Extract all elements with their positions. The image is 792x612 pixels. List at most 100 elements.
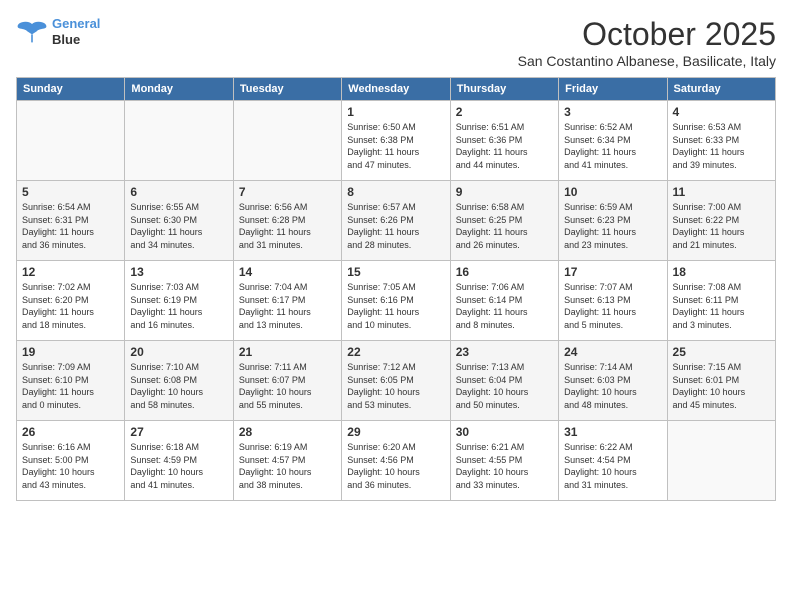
calendar-week-row: 12 Sunrise: 7:02 AM Sunset: 6:20 PM Dayli… — [17, 261, 776, 341]
calendar-cell: 28Sunrise: 6:19 AM Sunset: 4:57 PM Dayli… — [233, 421, 341, 501]
calendar-cell: 11Sunrise: 7:00 AM Sunset: 6:22 PM Dayli… — [667, 181, 775, 261]
day-number: 10 — [564, 185, 661, 199]
day-info: Sunrise: 6:50 AM Sunset: 6:38 PM Dayligh… — [347, 121, 444, 171]
day-info: Sunrise: 6:20 AM Sunset: 4:56 PM Dayligh… — [347, 441, 444, 491]
calendar-cell: 27 Sunrise: 6:18 AM Sunset: 4:59 PM Dayli… — [125, 421, 233, 501]
header-friday: Friday — [559, 78, 667, 101]
day-info: Sunrise: 6:18 AM Sunset: 4:59 PM Dayligh… — [130, 441, 227, 491]
day-number: 23 — [456, 345, 553, 359]
calendar-cell: 22 Sunrise: 7:12 AM Sunset: 6:05 PM Dayli… — [342, 341, 450, 421]
calendar-cell: 12 Sunrise: 7:02 AM Sunset: 6:20 PM Dayli… — [17, 261, 125, 341]
calendar-cell: 10 Sunrise: 6:59 AM Sunset: 6:23 PM Dayli… — [559, 181, 667, 261]
day-info: Sunrise: 7:06 AM Sunset: 6:14 PM Dayligh… — [456, 281, 553, 331]
calendar-cell: 29 Sunrise: 6:20 AM Sunset: 4:56 PM Dayli… — [342, 421, 450, 501]
calendar-cell: 6 Sunrise: 6:55 AM Sunset: 6:30 PM Daylig… — [125, 181, 233, 261]
calendar-week-row: 5 Sunrise: 6:54 AM Sunset: 6:31 PM Daylig… — [17, 181, 776, 261]
day-number: 12 — [22, 265, 119, 279]
day-info: Sunrise: 7:04 AM Sunset: 6:17 PM Dayligh… — [239, 281, 336, 331]
day-number: 14 — [239, 265, 336, 279]
day-number: 13 — [130, 265, 227, 279]
header-wednesday: Wednesday — [342, 78, 450, 101]
day-number: 19 — [22, 345, 119, 359]
calendar-cell — [125, 101, 233, 181]
day-info: Sunrise: 6:55 AM Sunset: 6:30 PM Dayligh… — [130, 201, 227, 251]
day-number: 18 — [673, 265, 770, 279]
day-info: Sunrise: 7:03 AM Sunset: 6:19 PM Dayligh… — [130, 281, 227, 331]
logo: General Blue — [16, 16, 100, 47]
day-number: 11 — [673, 185, 770, 199]
calendar-week-row: 19 Sunrise: 7:09 AM Sunset: 6:10 PM Dayli… — [17, 341, 776, 421]
logo-text: General Blue — [52, 16, 100, 47]
day-number: 1 — [347, 105, 444, 119]
day-info: Sunrise: 6:53 AM Sunset: 6:33 PM Dayligh… — [673, 121, 770, 171]
logo-icon — [16, 20, 48, 44]
calendar-cell: 2Sunrise: 6:51 AM Sunset: 6:36 PM Daylig… — [450, 101, 558, 181]
day-info: Sunrise: 7:02 AM Sunset: 6:20 PM Dayligh… — [22, 281, 119, 331]
header-tuesday: Tuesday — [233, 78, 341, 101]
calendar-cell: 20 Sunrise: 7:10 AM Sunset: 6:08 PM Dayli… — [125, 341, 233, 421]
calendar-cell: 15 Sunrise: 7:05 AM Sunset: 6:16 PM Dayli… — [342, 261, 450, 341]
header-saturday: Saturday — [667, 78, 775, 101]
day-info: Sunrise: 7:05 AM Sunset: 6:16 PM Dayligh… — [347, 281, 444, 331]
calendar-cell — [233, 101, 341, 181]
calendar-header-row: SundayMondayTuesdayWednesdayThursdayFrid… — [17, 78, 776, 101]
header-thursday: Thursday — [450, 78, 558, 101]
day-number: 22 — [347, 345, 444, 359]
calendar-week-row: 26Sunrise: 6:16 AM Sunset: 5:00 PM Dayli… — [17, 421, 776, 501]
day-info: Sunrise: 6:19 AM Sunset: 4:57 PM Dayligh… — [239, 441, 336, 491]
day-number: 4 — [673, 105, 770, 119]
day-info: Sunrise: 7:12 AM Sunset: 6:05 PM Dayligh… — [347, 361, 444, 411]
calendar-cell: 9Sunrise: 6:58 AM Sunset: 6:25 PM Daylig… — [450, 181, 558, 261]
day-number: 29 — [347, 425, 444, 439]
day-number: 9 — [456, 185, 553, 199]
calendar-cell — [17, 101, 125, 181]
calendar-table: SundayMondayTuesdayWednesdayThursdayFrid… — [16, 77, 776, 501]
calendar-cell: 7Sunrise: 6:56 AM Sunset: 6:28 PM Daylig… — [233, 181, 341, 261]
calendar-cell: 16 Sunrise: 7:06 AM Sunset: 6:14 PM Dayli… — [450, 261, 558, 341]
day-info: Sunrise: 6:56 AM Sunset: 6:28 PM Dayligh… — [239, 201, 336, 251]
calendar-cell: 19 Sunrise: 7:09 AM Sunset: 6:10 PM Dayli… — [17, 341, 125, 421]
calendar-cell: 24 Sunrise: 7:14 AM Sunset: 6:03 PM Dayli… — [559, 341, 667, 421]
day-number: 20 — [130, 345, 227, 359]
calendar-cell: 31 Sunrise: 6:22 AM Sunset: 4:54 PM Dayli… — [559, 421, 667, 501]
day-number: 27 — [130, 425, 227, 439]
day-info: Sunrise: 6:22 AM Sunset: 4:54 PM Dayligh… — [564, 441, 661, 491]
day-number: 5 — [22, 185, 119, 199]
day-info: Sunrise: 7:08 AM Sunset: 6:11 PM Dayligh… — [673, 281, 770, 331]
calendar-cell: 23 Sunrise: 7:13 AM Sunset: 6:04 PM Dayli… — [450, 341, 558, 421]
day-info: Sunrise: 6:57 AM Sunset: 6:26 PM Dayligh… — [347, 201, 444, 251]
day-number: 31 — [564, 425, 661, 439]
calendar-cell: 13 Sunrise: 7:03 AM Sunset: 6:19 PM Dayli… — [125, 261, 233, 341]
day-info: Sunrise: 6:21 AM Sunset: 4:55 PM Dayligh… — [456, 441, 553, 491]
calendar-cell: 14 Sunrise: 7:04 AM Sunset: 6:17 PM Dayli… — [233, 261, 341, 341]
title-block: October 2025 San Costantino Albanese, Ba… — [518, 16, 776, 69]
day-info: Sunrise: 7:09 AM Sunset: 6:10 PM Dayligh… — [22, 361, 119, 411]
day-number: 3 — [564, 105, 661, 119]
calendar-cell: 5 Sunrise: 6:54 AM Sunset: 6:31 PM Daylig… — [17, 181, 125, 261]
calendar-subtitle: San Costantino Albanese, Basilicate, Ita… — [518, 53, 776, 69]
day-number: 8 — [347, 185, 444, 199]
day-number: 30 — [456, 425, 553, 439]
calendar-cell: 17Sunrise: 7:07 AM Sunset: 6:13 PM Dayli… — [559, 261, 667, 341]
day-number: 25 — [673, 345, 770, 359]
day-number: 6 — [130, 185, 227, 199]
calendar-cell: 26Sunrise: 6:16 AM Sunset: 5:00 PM Dayli… — [17, 421, 125, 501]
day-info: Sunrise: 7:10 AM Sunset: 6:08 PM Dayligh… — [130, 361, 227, 411]
day-info: Sunrise: 6:59 AM Sunset: 6:23 PM Dayligh… — [564, 201, 661, 251]
calendar-cell: 30 Sunrise: 6:21 AM Sunset: 4:55 PM Dayli… — [450, 421, 558, 501]
header-sunday: Sunday — [17, 78, 125, 101]
day-number: 16 — [456, 265, 553, 279]
day-info: Sunrise: 6:54 AM Sunset: 6:31 PM Dayligh… — [22, 201, 119, 251]
day-info: Sunrise: 6:16 AM Sunset: 5:00 PM Dayligh… — [22, 441, 119, 491]
calendar-cell: 25Sunrise: 7:15 AM Sunset: 6:01 PM Dayli… — [667, 341, 775, 421]
day-number: 15 — [347, 265, 444, 279]
day-number: 17 — [564, 265, 661, 279]
calendar-cell: 1 Sunrise: 6:50 AM Sunset: 6:38 PM Daylig… — [342, 101, 450, 181]
calendar-week-row: 1 Sunrise: 6:50 AM Sunset: 6:38 PM Daylig… — [17, 101, 776, 181]
day-number: 24 — [564, 345, 661, 359]
day-info: Sunrise: 7:14 AM Sunset: 6:03 PM Dayligh… — [564, 361, 661, 411]
day-number: 2 — [456, 105, 553, 119]
day-info: Sunrise: 7:13 AM Sunset: 6:04 PM Dayligh… — [456, 361, 553, 411]
calendar-cell: 4 Sunrise: 6:53 AM Sunset: 6:33 PM Daylig… — [667, 101, 775, 181]
day-number: 21 — [239, 345, 336, 359]
